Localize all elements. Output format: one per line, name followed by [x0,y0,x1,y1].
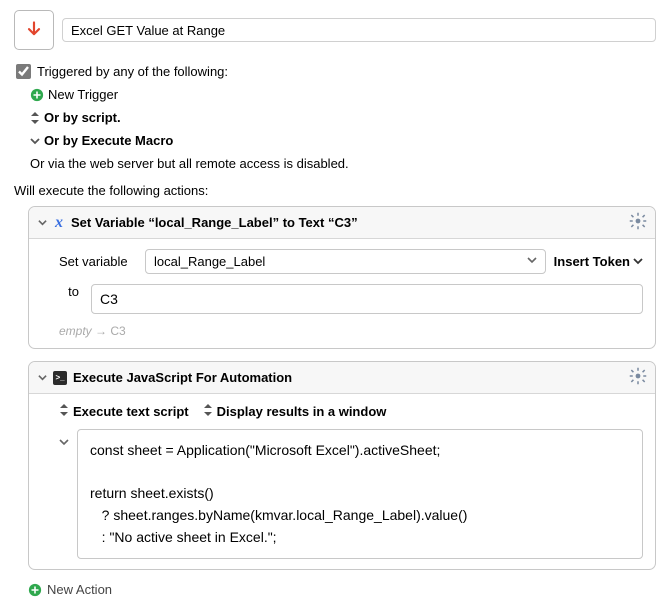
variable-name-value: local_Range_Label [154,254,265,269]
action-execute-jxa: >_ Execute JavaScript For Automation Exe… [28,361,656,570]
triggered-checkbox[interactable] [16,64,31,79]
updown-icon [30,112,40,124]
script-source-select[interactable]: Execute text script [59,404,189,419]
to-value-field[interactable]: C3 [91,284,643,314]
script-source-label: Execute text script [73,404,189,419]
chevron-down-icon [30,136,40,146]
variable-hint: empty → C3 [59,324,643,338]
set-variable-label: Set variable [59,254,137,269]
or-by-script[interactable]: Or by script. [30,110,656,125]
updown-icon [203,404,213,419]
display-result-select[interactable]: Display results in a window [203,404,387,419]
new-action-label: New Action [47,582,112,597]
macro-name-input[interactable] [62,18,656,42]
display-result-label: Display results in a window [217,404,387,419]
chevron-down-icon[interactable] [59,435,69,450]
plus-circle-icon [30,88,44,102]
script-textarea[interactable]: const sheet = Application("Microsoft Exc… [77,429,643,559]
to-label: to [59,284,79,299]
insert-token-button[interactable]: Insert Token [554,254,643,269]
updown-icon [59,404,69,419]
terminal-icon: >_ [53,371,67,385]
chevron-down-icon [37,373,47,382]
gear-icon[interactable] [629,367,647,388]
insert-token-label: Insert Token [554,254,630,269]
remote-access-note: Or via the web server but all remote acc… [30,156,656,171]
action-header[interactable]: x Set Variable “local_Range_Label” to Te… [29,207,655,239]
triggered-label: Triggered by any of the following: [37,64,228,79]
action-title: Set Variable “local_Range_Label” to Text… [71,215,358,230]
action-set-variable: x Set Variable “local_Range_Label” to Te… [28,206,656,349]
chevron-down-icon [527,255,537,268]
down-arrow-icon [24,20,44,40]
variable-x-icon: x [53,214,65,232]
will-execute-label: Will execute the following actions: [14,183,656,198]
chevron-down-icon [633,254,643,269]
or-by-script-label: Or by script. [44,110,121,125]
new-action-button[interactable]: New Action [28,582,656,597]
or-by-execute-macro-label: Or by Execute Macro [44,133,173,148]
plus-circle-icon [28,583,42,597]
action-title: Execute JavaScript For Automation [73,370,292,385]
action-header[interactable]: >_ Execute JavaScript For Automation [29,362,655,394]
new-trigger-label: New Trigger [48,87,118,102]
gear-icon[interactable] [629,212,647,233]
variable-name-field[interactable]: local_Range_Label [145,249,546,274]
chevron-down-icon [37,218,47,227]
new-trigger-button[interactable]: New Trigger [30,87,656,102]
to-value: C3 [100,291,118,307]
macro-icon[interactable] [14,10,54,50]
or-by-execute-macro[interactable]: Or by Execute Macro [30,133,656,148]
